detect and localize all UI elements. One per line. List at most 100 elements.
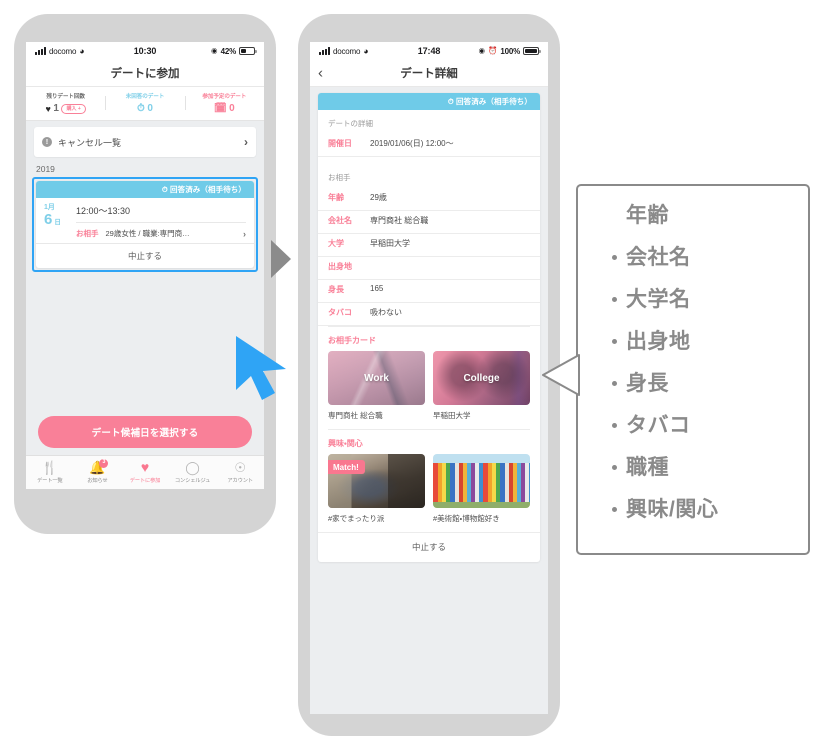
chevron-right-icon: › [244, 135, 248, 149]
date-day-group: 6 日 [44, 210, 76, 229]
stat-unanswered-dates[interactable]: 未回答のデート ⏱ 0 [105, 92, 184, 114]
stat-label: 参加予定のデート [202, 94, 247, 100]
tab-join-date[interactable]: ♥ デートに参加 [121, 459, 169, 484]
date-day: 6 [44, 210, 53, 228]
detail-row-value: 29歳 [370, 193, 387, 202]
interest-card-home[interactable]: Match! #家でまったり派 [328, 454, 425, 524]
thumbnail-overlay-title: College [463, 372, 500, 384]
back-button[interactable]: ‹ [318, 66, 323, 81]
flow-arrow-icon [271, 240, 291, 278]
purchase-pill-button[interactable]: 購入 + [61, 103, 86, 114]
partner-card-college[interactable]: College 早稲田大学 [433, 351, 530, 421]
date-day-unit: 日 [54, 218, 61, 226]
section-heading-partner: お相手 [328, 173, 351, 182]
partner-cards-grid: Work 専門商社 総合職 College 早稲田大学 [318, 351, 540, 429]
card-caption: 早稲田大学 [433, 411, 471, 420]
bullet-dot-icon [612, 297, 617, 302]
battery-percent-label: 42% [220, 46, 237, 56]
chat-bubble-icon: ◯ [185, 459, 200, 475]
date-card-cancel-action[interactable]: 中止する [36, 243, 254, 268]
section-heading-partner-cards: お相手カード [328, 336, 376, 345]
tab-account[interactable]: ☉ アカウント [216, 460, 264, 485]
year-label: 2019 [36, 164, 55, 174]
callout-item-list: 年齢 会社名 大学名 出身地 身長 タバコ 職種 興味/関心 [578, 186, 808, 520]
battery-icon [523, 47, 541, 55]
exclamation-circle-icon: ! [42, 137, 52, 147]
select-date-candidates-button[interactable]: デート候補日を選択する [38, 415, 252, 448]
bullet-dot-icon [612, 507, 617, 512]
stat-value-group: ♥ 1 購入 + [26, 103, 105, 114]
callout-item: 年齢 [612, 205, 808, 226]
phone-left-screen: docomo ◕ 10:30 ◉ 42% デートに参加 残りデート回数 ♥ 1 … [26, 42, 264, 489]
status-bar-left: docomo ◕ [319, 46, 418, 56]
bullet-dot-icon [612, 423, 617, 428]
partner-row[interactable]: お相手 29歳女性 / 職業:専門商… › [76, 222, 246, 239]
home-relax-thumbnail: Match! [328, 454, 425, 508]
callout-item: 会社名 [612, 247, 808, 268]
callout-item-label: 職種 [626, 456, 669, 479]
status-bar-right: ◉ ⏰ 100% [440, 47, 541, 56]
tail-seam-mask [612, 187, 617, 227]
bullet-dot-icon [612, 465, 617, 470]
detail-row-age: 年齢 29歳 [318, 188, 540, 211]
date-card[interactable]: ⏱ 回答済み（相手待ち） 1月 6 日 12:00〜13:30 お相手 29歳女… [36, 181, 254, 268]
stat-label: 未回答のデート [125, 94, 165, 100]
callout-item: 興味/関心 [612, 499, 808, 520]
carrier-label: docomo [49, 46, 77, 56]
interests-grid: Match! #家でまったり派 #美術館・博物館好き [318, 454, 540, 532]
stat-value: 0 [229, 103, 235, 114]
page-title: デートに参加 [110, 68, 180, 80]
callout-item-label: タバコ [626, 414, 691, 437]
date-time-range: 12:00〜13:30 [76, 206, 131, 216]
callout-item-label: 身長 [626, 372, 669, 395]
callout-item: 身長 [612, 373, 808, 394]
detail-row-label: 開催日 [328, 139, 352, 148]
date-card-body: 1月 6 日 12:00〜13:30 お相手 29歳女性 / 職業:専門商… › [36, 198, 254, 243]
bullet-dot-icon [612, 339, 617, 344]
thumbnail-overlay-title: Work [364, 372, 389, 384]
status-bar-clock: 17:48 [417, 46, 441, 56]
right-content: ⏱ 回答済み（相手待ち） デートの詳細 開催日 2019/01/06(日) 12… [310, 87, 548, 570]
notification-badge: 3 [99, 458, 109, 468]
card-caption: #美術館・博物館好き [433, 514, 500, 523]
selected-date-card-wrapper: ⏱ 回答済み（相手待ち） 1月 6 日 12:00〜13:30 お相手 29歳女… [32, 177, 258, 272]
detail-status-banner: ⏱ 回答済み（相手待ち） [318, 93, 540, 110]
right-status-bar: docomo ◕ 17:48 ◉ ⏰ 100% [310, 42, 548, 60]
card-caption: 専門商社 総合職 [328, 411, 383, 420]
tab-label: お知らせ [87, 478, 108, 484]
date-column: 1月 6 日 [44, 204, 76, 239]
detail-row-event-date: 開催日 2019/01/06(日) 12:00〜 [318, 134, 540, 157]
tab-concierge[interactable]: ◯ コンシェルジュ [169, 460, 217, 485]
cancel-list-label: キャンセル一覧 [58, 137, 122, 148]
callout-item-label: 出身地 [626, 330, 691, 353]
interest-card-museum[interactable]: #美術館・博物館好き [433, 454, 530, 524]
stat-remaining-dates[interactable]: 残りデート回数 ♥ 1 購入 + [26, 92, 105, 114]
detail-row-value: 吸わない [370, 308, 402, 317]
chevron-right-icon: › [243, 228, 246, 239]
tab-label: アカウント [227, 478, 253, 484]
stat-value: 1 [53, 103, 59, 114]
date-detail-card: ⏱ 回答済み（相手待ち） デートの詳細 開催日 2019/01/06(日) 12… [318, 93, 540, 562]
wifi-icon: ◕ [79, 45, 85, 56]
detail-cancel-action[interactable]: 中止する [318, 532, 540, 562]
stats-bar: 残りデート回数 ♥ 1 購入 + 未回答のデート ⏱ 0 参加予定のデート 🗓 [26, 87, 264, 121]
partner-card-work[interactable]: Work 専門商社 総合職 [328, 351, 425, 421]
tab-date-list[interactable]: 🍴 デート一覧 [26, 460, 74, 485]
tab-bar: 🍴 デート一覧 🔔 3 お知らせ ♥ デートに参加 ◯ コンシェルジュ ☉ アカ… [26, 454, 264, 489]
bell-icon: 🔔 [89, 459, 106, 475]
museum-thumbnail [433, 454, 530, 508]
stat-upcoming-dates[interactable]: 参加予定のデート 🗓 0 [184, 92, 264, 114]
heart-icon: ♥ [140, 459, 150, 475]
museum-ground [433, 501, 530, 508]
detail-row-label: 大学 [328, 239, 344, 248]
left-bottom-area: デート候補日を選択する 🍴 デート一覧 🔔 3 お知らせ ♥ デートに参加 ◯ [26, 415, 264, 489]
callout-item: 出身地 [612, 331, 808, 352]
phone-right-screen: docomo ◕ 17:48 ◉ ⏰ 100% ‹ デート詳細 ⏱ 回答済み（相… [310, 42, 548, 714]
cancel-list-row[interactable]: ! キャンセル一覧 › [34, 127, 256, 157]
phone-right-frame: docomo ◕ 17:48 ◉ ⏰ 100% ‹ デート詳細 ⏱ 回答済み（相… [298, 14, 560, 736]
status-bar-right: ◉ 42% [156, 46, 257, 56]
callout-tail-icon [542, 354, 580, 396]
detail-row-value: 専門商社 総合職 [370, 216, 429, 225]
tab-notifications[interactable]: 🔔 3 お知らせ [74, 458, 122, 484]
page-title: デート詳細 [400, 68, 458, 80]
